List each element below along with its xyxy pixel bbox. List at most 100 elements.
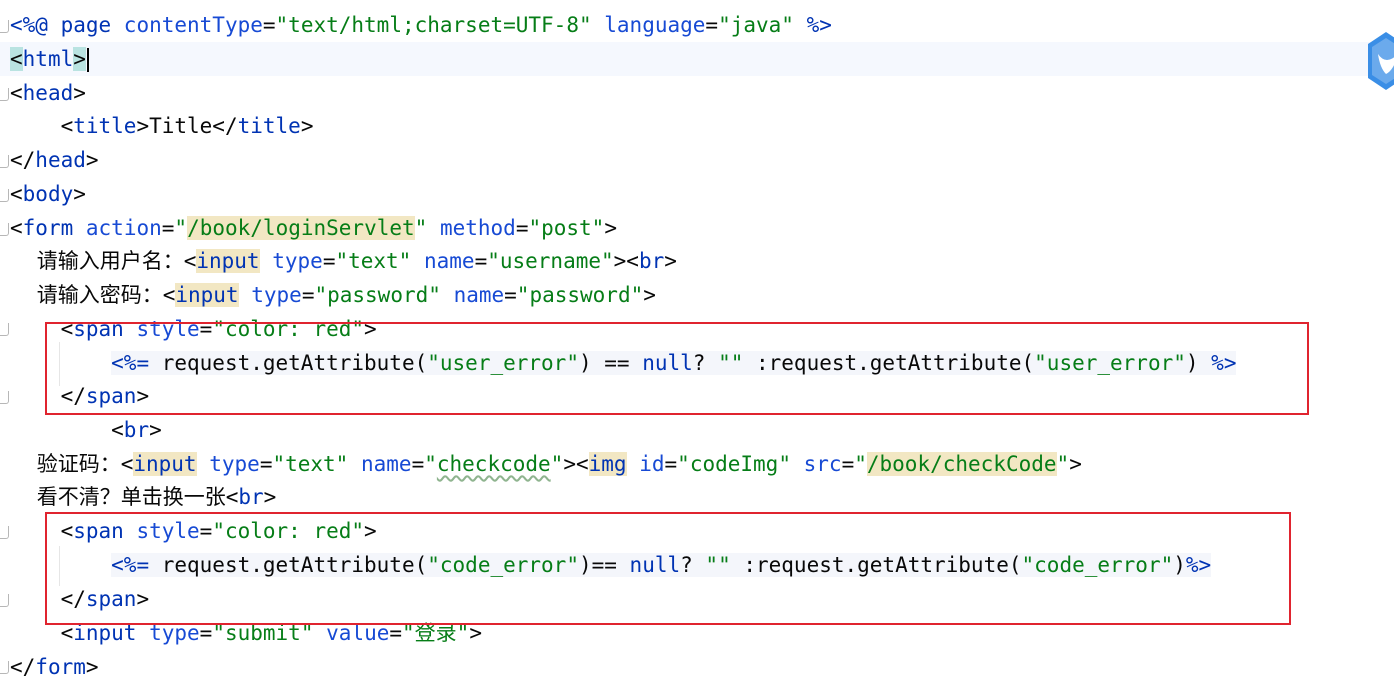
annotation-box-code-error	[45, 512, 1291, 625]
code-token: /book/loginServlet	[187, 216, 415, 240]
code-token: language	[604, 13, 706, 37]
code-token: <%@ page	[10, 13, 124, 37]
code-token: =	[705, 13, 719, 37]
code-token: input	[196, 249, 260, 273]
code-token: <	[225, 485, 239, 509]
code-token: <	[10, 114, 74, 138]
code-token: >	[664, 249, 677, 273]
assistant-badge-icon[interactable]	[1364, 30, 1394, 92]
code-token: src	[803, 452, 842, 476]
code-token: name	[453, 283, 505, 307]
code-token: >	[85, 655, 99, 679]
code-token: "text/html;charset=UTF-8"	[275, 13, 592, 37]
code-token: br	[638, 249, 665, 273]
code-line[interactable]: <form action="/book/loginServlet" method…	[0, 211, 617, 245]
code-line[interactable]: </form>	[0, 650, 99, 684]
code-token: =	[411, 452, 425, 476]
code-token: form	[22, 216, 74, 240]
code-token: >	[643, 283, 656, 307]
code-token: title	[73, 114, 137, 138]
code-token: =	[841, 452, 855, 476]
code-token: 请输入密码：	[10, 283, 163, 307]
code-token: form	[35, 655, 86, 679]
code-token: <	[10, 418, 124, 442]
code-token: html	[22, 47, 74, 71]
code-token: =	[262, 13, 276, 37]
code-line[interactable]: </head>	[0, 143, 99, 177]
code-token: "text"	[335, 249, 412, 273]
text-caret	[86, 48, 89, 72]
code-token: "password"	[314, 283, 441, 307]
code-token: >	[604, 216, 617, 240]
code-token: name	[423, 249, 475, 273]
annotation-box-user-error	[45, 322, 1309, 415]
code-token: >	[263, 485, 277, 509]
code-token: >	[300, 114, 314, 138]
code-token: "codeImg"	[677, 452, 791, 476]
code-token: title	[237, 114, 301, 138]
code-token: input	[175, 283, 239, 307]
code-line[interactable]: 验证码：<input type="text" name="checkcode">…	[0, 447, 1082, 481]
code-token: >	[85, 148, 99, 172]
code-token: action	[85, 216, 162, 240]
code-token: contentType	[123, 13, 263, 37]
code-token: =	[322, 249, 336, 273]
code-token: =	[664, 452, 678, 476]
code-line[interactable]: 请输入密码：<input type="password" name="passw…	[0, 278, 656, 312]
code-token: =	[301, 283, 315, 307]
code-token: <	[10, 182, 23, 206]
code-token: "java"	[718, 13, 794, 37]
code-editor[interactable]: <%@ page contentType="text/html;charset=…	[0, 0, 1394, 684]
code-line[interactable]: 请输入用户名：<input type="text" name="username…	[0, 244, 677, 278]
code-token: 看不清？单击换一张	[10, 485, 226, 509]
code-token: "	[1056, 452, 1070, 476]
code-token: "	[414, 216, 428, 240]
code-line[interactable]: <body>	[0, 177, 86, 211]
code-line[interactable]: <head>	[0, 76, 86, 110]
code-token: 验证码：	[10, 452, 121, 476]
code-token: type	[251, 283, 302, 307]
code-token: <	[10, 47, 23, 71]
code-token: "post"	[528, 216, 605, 240]
code-token: <	[120, 452, 134, 476]
code-token: =	[504, 283, 517, 307]
code-token: br	[238, 485, 264, 509]
code-token: <	[162, 283, 176, 307]
code-token: input	[133, 452, 197, 476]
code-token: "text"	[272, 452, 349, 476]
code-token: >	[73, 182, 86, 206]
code-token: =	[259, 452, 273, 476]
code-line[interactable]: 看不清？单击换一张<br>	[0, 480, 277, 514]
code-token: name	[360, 452, 412, 476]
code-token: "password"	[516, 283, 644, 307]
code-line[interactable]: <%@ page contentType="text/html;charset=…	[0, 8, 832, 42]
code-token: >	[1069, 452, 1082, 476]
code-line[interactable]: <title>Title</title>	[0, 109, 314, 143]
code-token: type	[209, 452, 260, 476]
code-token: type	[272, 249, 323, 273]
code-token: <	[10, 81, 23, 105]
code-token: >	[149, 418, 162, 442]
code-token: id	[639, 452, 665, 476]
code-line[interactable]: <br>	[0, 413, 162, 447]
code-token: </	[10, 148, 36, 172]
code-token: body	[22, 182, 74, 206]
code-token: <	[10, 216, 23, 240]
code-token: "	[424, 452, 437, 476]
code-token: br	[123, 418, 150, 442]
code-line[interactable]: <html>	[0, 42, 1394, 76]
code-token: "	[854, 452, 867, 476]
code-token: <	[183, 249, 197, 273]
code-token: head	[35, 148, 86, 172]
